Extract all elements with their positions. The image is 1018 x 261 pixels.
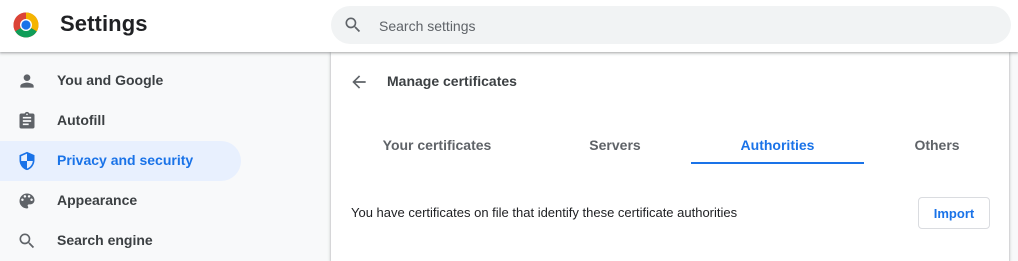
tab-authorities[interactable]: Authorities [691, 128, 864, 164]
chrome-logo-icon [13, 12, 39, 38]
sidebar-item-appearance[interactable]: Appearance [0, 181, 241, 221]
search-input[interactable] [377, 6, 981, 46]
tab-your-certificates[interactable]: Your certificates [351, 128, 523, 164]
authorities-description: You have certificates on file that ident… [351, 205, 738, 220]
search-box[interactable] [331, 6, 1011, 46]
back-button[interactable] [343, 66, 375, 98]
manage-certificates-card: Manage certificates Your certificates Se… [331, 52, 1009, 261]
sidebar-item-you-and-google[interactable]: You and Google [0, 61, 241, 101]
sidebar-item-label: Search engine [57, 232, 153, 248]
sidebar-item-label: Autofill [57, 112, 106, 128]
app-title: Settings [60, 11, 148, 36]
page-title: Manage certificates [387, 73, 517, 89]
tab-others[interactable]: Others [851, 128, 1018, 164]
sidebar-item-label: You and Google [57, 72, 164, 88]
palette-icon [19, 193, 35, 209]
shield-icon [19, 151, 35, 171]
sidebar-item-search-engine[interactable]: Search engine [0, 221, 241, 261]
person-icon [20, 74, 34, 88]
sidebar-item-autofill[interactable]: Autofill [0, 101, 241, 141]
search-icon [345, 17, 361, 33]
sidebar-item-label: Appearance [57, 192, 138, 208]
certificate-tabs: Your certificates Servers Authorities Ot… [351, 128, 1001, 164]
arrow-back-icon [352, 75, 366, 89]
import-button[interactable]: Import [918, 197, 990, 229]
tab-servers[interactable]: Servers [529, 128, 701, 164]
clipboard-icon [19, 111, 35, 129]
sidebar: You and Google Autofill Privacy and secu… [0, 61, 241, 261]
sidebar-item-privacy-and-security[interactable]: Privacy and security [0, 141, 241, 181]
top-bar: Settings [0, 0, 1018, 52]
search-icon [19, 233, 35, 249]
sidebar-item-label: Privacy and security [57, 152, 194, 168]
